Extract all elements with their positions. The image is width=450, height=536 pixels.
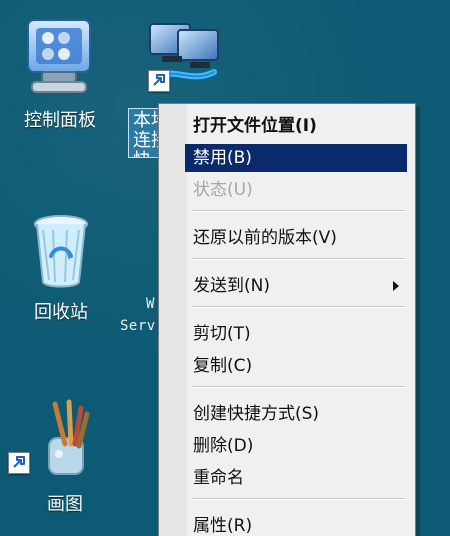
recycle-bin-icon — [21, 210, 101, 296]
menu-item-open-file-location[interactable]: 打开文件位置(I) — [185, 112, 407, 140]
menu-item-delete[interactable]: 删除(D) — [185, 432, 407, 460]
menu-item-restore-previous-versions[interactable]: 还原以前的版本(V) — [185, 224, 407, 252]
desktop-icon-label: 回收站 — [34, 301, 88, 323]
paint-icon — [25, 398, 105, 488]
desktop-icon-recycle-bin[interactable]: 回收站 — [6, 210, 116, 323]
menu-separator — [191, 386, 405, 388]
shortcut-arrow-icon — [148, 70, 170, 92]
menu-item-status: 状态(U) — [193, 180, 253, 200]
desktop: 控制面板 本地连接 快 — [0, 0, 450, 536]
menu-item-create-shortcut[interactable]: 创建快捷方式(S) — [185, 400, 407, 428]
desktop-icon-label: 画图 — [47, 493, 83, 515]
menu-separator — [191, 258, 405, 260]
menu-item-properties[interactable]: 属性(R) — [185, 512, 407, 536]
menu-separator — [191, 498, 405, 500]
context-menu: 打开文件位置(I) 禁用(B) 状态(U) 还原以前的版本(V) 发送到(N) … — [158, 103, 416, 536]
desktop-icon-network[interactable] — [125, 14, 235, 106]
menu-item-label: 发送到(N) — [193, 276, 270, 296]
control-panel-icon — [14, 14, 106, 104]
menu-separator — [191, 210, 405, 212]
network-computer-icon — [132, 14, 228, 106]
partially-hidden-label-1: W — [146, 296, 155, 312]
desktop-icon-label: 控制面板 — [24, 109, 96, 131]
menu-item-copy[interactable]: 复制(C) — [185, 352, 407, 380]
partially-hidden-label-2: Serv — [120, 318, 156, 334]
menu-item-disable[interactable]: 禁用(B) — [185, 144, 407, 172]
shortcut-arrow-icon — [8, 452, 30, 474]
menu-item-rename[interactable]: 重命名 — [185, 464, 407, 492]
menu-separator — [191, 306, 405, 308]
menu-item-cut[interactable]: 剪切(T) — [185, 320, 407, 348]
menu-item-send-to[interactable]: 发送到(N) — [185, 272, 407, 300]
desktop-icon-control-panel[interactable]: 控制面板 — [0, 14, 120, 131]
submenu-arrow-icon — [393, 281, 399, 291]
